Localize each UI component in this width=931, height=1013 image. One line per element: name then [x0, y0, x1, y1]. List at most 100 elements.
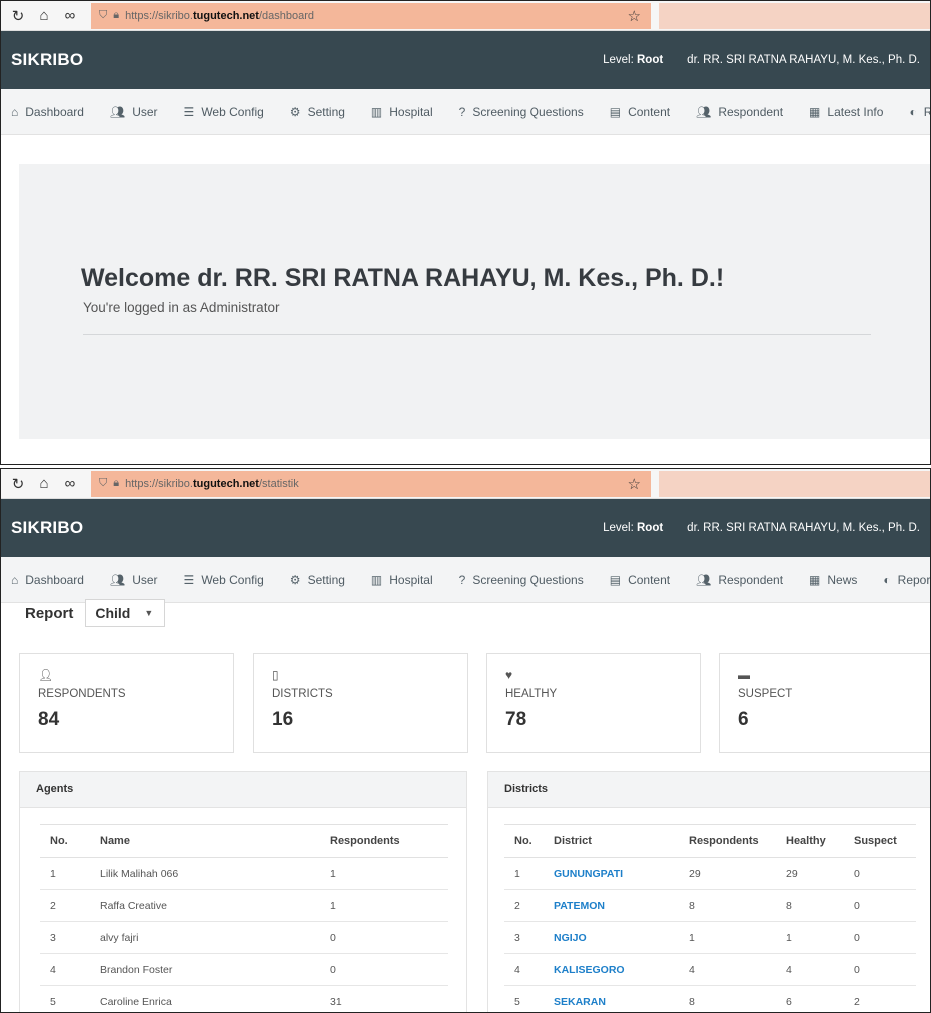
table-cell: 8	[689, 985, 786, 1012]
table-row: 1 Lilik Malihah 066 1	[40, 857, 448, 890]
nav-item-dashboard[interactable]: ⌂ Dashboard	[11, 105, 84, 119]
main-nav: ⌂ Dashboard 👥︎ User ☰ Web Config ⚙ Setting ▥ Hosp…	[1, 89, 930, 135]
infinity-icon[interactable]: ∞	[61, 475, 79, 492]
nav-item-setting[interactable]: ⚙ Setting	[290, 105, 345, 119]
table-cell: 2	[854, 985, 916, 1012]
nav-item-label: Screening Questions	[472, 572, 584, 587]
agents-panel-title: Agents	[20, 772, 466, 808]
nav-item-hospital[interactable]: ▥ Hospital	[371, 105, 433, 119]
nav-item-report[interactable]: ◐ Report	[883, 573, 930, 587]
browser-toolbar: ↻ ⌂ ∞ ⛉ 🔒︎ https://sikribo.tugutech.net/…	[1, 1, 930, 31]
nav-item-label: Dashboard	[25, 104, 84, 119]
address-bar[interactable]: ⛉ 🔒︎ https://sikribo.tugutech.net/dashbo…	[91, 2, 651, 29]
nav-item-label: User	[132, 104, 158, 119]
stat-label: HEALTHY	[505, 688, 558, 700]
table-cell: 0	[854, 953, 916, 986]
table-cell: NGIJO	[554, 921, 689, 954]
nav-item-respondent[interactable]: 👥︎ Respondent	[696, 105, 783, 119]
reload-icon[interactable]: ↻	[9, 475, 27, 493]
user-name[interactable]: dr. RR. SRI RATNA RAHAYU, M. Kes., Ph. D…	[687, 54, 920, 66]
statistics-screenshot: ↻ ⌂ ∞ ⛉ 🔒︎ https://sikribo.tugutech.net/…	[0, 468, 931, 1013]
nav-item-label: Content	[628, 104, 671, 119]
welcome-subtitle: You're logged in as Administrator	[83, 300, 280, 315]
nav-item-news[interactable]: ▦ News	[809, 573, 857, 587]
nav-item-content[interactable]: ▤ Content	[610, 573, 670, 587]
table-cell: SEKARAN	[554, 985, 689, 1012]
brand-logo[interactable]: SIKRIBO	[11, 50, 83, 70]
home-icon[interactable]: ⌂	[35, 475, 53, 492]
nav-item-screening-questions[interactable]: ? Screening Questions	[459, 105, 584, 119]
content-icon: ▤	[609, 104, 622, 119]
nav-item-user[interactable]: 👥︎ User	[110, 105, 158, 119]
table-cell: GUNUNGPATI	[554, 857, 689, 890]
nav-item-latest-info[interactable]: ▦ Latest Info	[809, 105, 883, 119]
nav-item-label: Content	[628, 572, 671, 587]
table-cell: 3	[504, 921, 554, 954]
heartbeat-icon: ♥	[505, 668, 513, 682]
nav-item-setting[interactable]: ⚙ Setting	[290, 573, 345, 587]
report-type-select[interactable]: Child ▼	[85, 599, 166, 627]
nav-item-report[interactable]: ◐ Report	[909, 105, 930, 119]
column-header: Name	[100, 824, 330, 858]
stat-value: 78	[505, 709, 527, 730]
table-row: 5 SEKARAN 8 6 2	[504, 985, 916, 1012]
nav-item-content[interactable]: ▤ Content	[610, 105, 670, 119]
shield-icon: ⛉	[99, 9, 108, 21]
cogs-icon: ⚙	[289, 104, 301, 119]
table-row: 4 Brandon Foster 0	[40, 953, 448, 986]
dashboard-screenshot: ↻ ⌂ ∞ ⛉ 🔒︎ https://sikribo.tugutech.net/…	[0, 0, 931, 465]
district-link[interactable]: PATEMON	[554, 900, 605, 912]
table-cell: 1	[786, 921, 854, 954]
reload-icon[interactable]: ↻	[9, 7, 27, 25]
nav-item-label: Hospital	[389, 104, 433, 119]
hospital-icon: ▥	[370, 104, 383, 119]
table-cell: 3	[40, 921, 100, 954]
nav-item-screening-questions[interactable]: ? Screening Questions	[459, 573, 584, 587]
table-cell: 1	[330, 857, 448, 890]
nav-item-label: Web Config	[201, 104, 264, 119]
table-cell: 1	[330, 889, 448, 922]
home-icon[interactable]: ⌂	[35, 7, 53, 24]
nav-item-respondent[interactable]: 👥︎ Respondent	[696, 573, 783, 587]
nav-item-hospital[interactable]: ▥ Hospital	[371, 573, 433, 587]
brand-logo[interactable]: SIKRIBO	[11, 518, 83, 538]
nav-item-label: Setting	[307, 104, 345, 119]
districts-table: No. District Respondents Healthy Suspect 1 GUN…	[504, 824, 916, 1012]
nav-item-user[interactable]: 👥︎ User	[110, 573, 158, 587]
newspaper-icon: ▦	[809, 104, 821, 119]
stat-label: RESPONDENTS	[38, 688, 126, 700]
table-cell: 1	[504, 857, 554, 890]
bookmark-star-icon[interactable]: ☆	[628, 7, 641, 25]
nav-item-label: Hospital	[389, 572, 433, 587]
nav-item-web-config[interactable]: ☰ Web Config	[184, 105, 264, 119]
welcome-jumbotron: Welcome dr. RR. SRI RATNA RAHAYU, M. Kes…	[19, 164, 930, 439]
column-header: Healthy	[786, 824, 854, 858]
nav-item-web-config[interactable]: ☰ Web Config	[184, 573, 264, 587]
districts-panel-title: Districts	[488, 772, 930, 808]
cogs-icon: ⚙	[289, 572, 301, 587]
nav-item-dashboard[interactable]: ⌂ Dashboard	[11, 573, 84, 587]
bed-icon: ▬	[738, 668, 750, 682]
users-icon: 👥︎	[696, 104, 712, 119]
bookmark-star-icon[interactable]: ☆	[628, 475, 641, 493]
table-cell: 4	[689, 953, 786, 986]
nav-item-label: Report	[924, 105, 930, 119]
table-cell: Raffa Creative	[100, 889, 330, 922]
nav-item-label: Respondent	[718, 572, 784, 587]
district-link[interactable]: KALISEGORO	[554, 964, 625, 976]
main-nav: ⌂ Dashboard 👥︎ User ☰ Web Config ⚙ Setting ▥ Hosp…	[1, 557, 930, 603]
users-icon: 👥︎	[109, 572, 126, 587]
lock-icon: 🔒︎	[113, 477, 120, 489]
district-link[interactable]: SEKARAN	[554, 996, 606, 1008]
stat-card-respondents: 👤︎ RESPONDENTS 84	[19, 653, 234, 753]
user-name[interactable]: dr. RR. SRI RATNA RAHAYU, M. Kes., Ph. D…	[687, 522, 920, 534]
table-cell: Brandon Foster	[100, 953, 330, 986]
district-link[interactable]: NGIJO	[554, 932, 587, 944]
table-cell: 29	[689, 857, 786, 890]
infinity-icon[interactable]: ∞	[61, 7, 79, 24]
stat-card-suspect: ▬ SUSPECT 6	[719, 653, 930, 753]
district-link[interactable]: GUNUNGPATI	[554, 868, 623, 880]
address-bar[interactable]: ⛉ 🔒︎ https://sikribo.tugutech.net/statis…	[91, 470, 651, 497]
nav-item-label: Screening Questions	[472, 104, 584, 119]
table-cell: 2	[40, 889, 100, 922]
